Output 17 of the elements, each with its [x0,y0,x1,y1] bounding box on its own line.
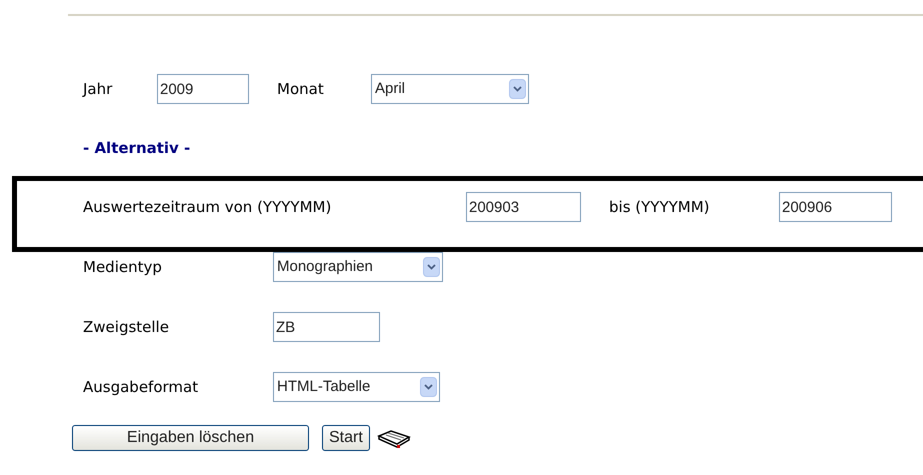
field-label: bis (YYYYMM) [609,198,710,216]
field-label: Auswertezeitraum von (YYYYMM) [83,198,332,216]
dropdown[interactable]: HTML-Tabelle [273,372,440,402]
dropdown[interactable]: Monographien [273,252,443,282]
section-heading: - Alternativ - [83,138,190,159]
start-button[interactable]: Start [322,425,370,451]
field-label: Medientyp [83,258,162,276]
field-label: Zweigstelle [83,318,169,336]
text-field[interactable]: 200903 [466,192,581,222]
field-label: Monat [277,80,324,98]
text-field[interactable]: 200906 [779,192,892,222]
text-field[interactable]: 2009 [157,74,249,104]
field-label: Jahr [83,80,112,98]
text-field[interactable]: ZB [273,312,380,342]
dropdown[interactable]: April [371,74,529,104]
clear-button[interactable]: Eingaben löschen [72,425,309,451]
field-label: Ausgabeformat [83,378,198,396]
